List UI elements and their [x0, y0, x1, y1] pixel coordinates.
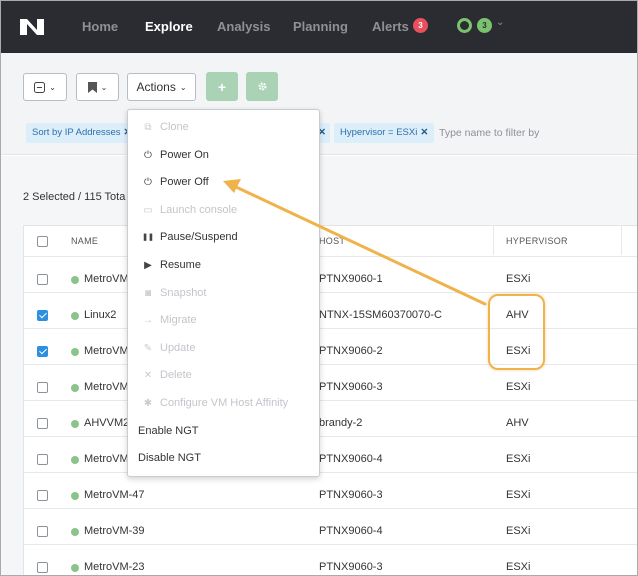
app-window: Home Explore Analysis Planning Alerts 3 …: [0, 0, 638, 576]
annotation-arrow: [223, 179, 487, 306]
